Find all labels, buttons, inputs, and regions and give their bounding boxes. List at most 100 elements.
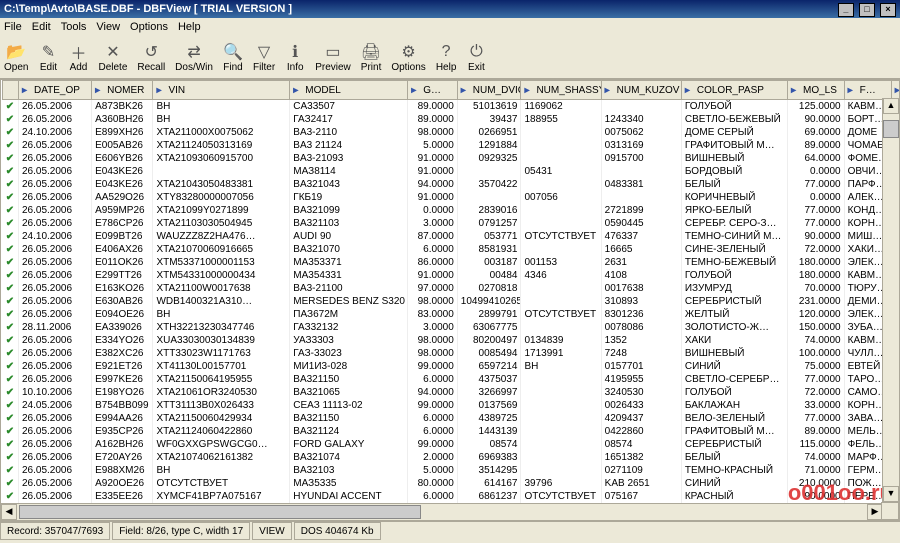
cell[interactable]: 98.0000 — [408, 295, 458, 308]
cell[interactable]: 26.05.2006 — [19, 165, 92, 178]
cell[interactable]: E406AX26 — [92, 243, 153, 256]
cell[interactable]: 98.0000 — [408, 126, 458, 139]
table-row[interactable]: ✔26.05.2006E011OK26XTM53371000001153MA35… — [2, 256, 900, 269]
cell[interactable]: 6.0000 — [408, 425, 458, 438]
cell[interactable]: XUA33030030134839 — [153, 334, 290, 347]
cell[interactable]: BA3 21124 — [290, 139, 408, 152]
table-row[interactable]: ✔26.05.2006E043KE26XTA21043050483381BA32… — [2, 178, 900, 191]
cell[interactable]: 0270818 — [457, 282, 521, 295]
cell[interactable] — [521, 399, 601, 412]
cell[interactable]: 2899791 — [457, 308, 521, 321]
cell[interactable]: 26.05.2006 — [19, 451, 92, 464]
cell[interactable]: 2839016 — [457, 204, 521, 217]
cell[interactable]: БЕЛЫЙ — [681, 178, 787, 191]
cell[interactable]: 5.0000 — [408, 464, 458, 477]
cell[interactable]: XTM53371000001153 — [153, 256, 290, 269]
cell[interactable]: 26.05.2006 — [19, 464, 92, 477]
cell[interactable]: 99.0000 — [408, 399, 458, 412]
cell[interactable]: ГАЗ2417 — [290, 113, 408, 126]
cell[interactable]: HYUNDAI ACCENT — [290, 490, 408, 503]
table-row[interactable]: ✔26.05.2006E043KE26МАЗ811491.000005431БО… — [2, 165, 900, 178]
cell[interactable]: 1169062 — [521, 100, 601, 114]
cell[interactable]: 75.0000 — [788, 360, 845, 373]
cell[interactable] — [521, 412, 601, 425]
cell[interactable]: 001153 — [521, 256, 601, 269]
cell[interactable]: СЕРЕБРИСТЫЙ — [681, 295, 787, 308]
cell[interactable]: 053771 — [457, 230, 521, 243]
cell[interactable]: ХАКИ — [681, 334, 787, 347]
cell[interactable]: 0.0000 — [788, 191, 845, 204]
cell[interactable]: 2721899 — [601, 204, 681, 217]
cell[interactable]: 0266951 — [457, 126, 521, 139]
cell[interactable]: СВЕТЛО-БЕЖЕВЫЙ — [681, 113, 787, 126]
minimize-button[interactable]: _ — [838, 3, 854, 17]
cell[interactable]: E198YO26 — [92, 386, 153, 399]
cell[interactable]: BA321103 — [290, 217, 408, 230]
cell[interactable]: СИНЕ-ЗЕЛЕНЫЙ — [681, 243, 787, 256]
cell[interactable]: 77.0000 — [788, 412, 845, 425]
cell[interactable]: FORD GALAXY — [290, 438, 408, 451]
cell[interactable]: 26.05.2006 — [19, 347, 92, 360]
cell[interactable] — [153, 165, 290, 178]
cell[interactable]: 91.0000 — [408, 152, 458, 165]
cell[interactable]: 0.0000 — [408, 204, 458, 217]
cell[interactable]: 77.0000 — [788, 373, 845, 386]
cell[interactable]: ДОМЕ СЕРЫЙ — [681, 126, 787, 139]
cell[interactable] — [521, 178, 601, 191]
table-row[interactable]: ✔24.10.2006E099BT26WAUZZZ8Z2HA476…AUDI 9… — [2, 230, 900, 243]
cell[interactable]: СИНИЙ — [681, 477, 787, 490]
cell[interactable]: 2.0000 — [408, 451, 458, 464]
cell[interactable]: 115.0000 — [788, 438, 845, 451]
cell[interactable]: 89.0000 — [408, 113, 458, 126]
cell[interactable]: 98.0000 — [408, 347, 458, 360]
cell[interactable]: E921ET26 — [92, 360, 153, 373]
table-row[interactable]: ✔26.05.2006E720AY26XTA21074062161382BA32… — [2, 451, 900, 464]
cell[interactable]: 72.0000 — [788, 243, 845, 256]
cell[interactable]: XYMCF41BP7A075167 — [153, 490, 290, 503]
cell[interactable]: 100.0000 — [788, 347, 845, 360]
tool-help[interactable]: ?Help — [436, 42, 457, 73]
cell[interactable]: XT41130L00157701 — [153, 360, 290, 373]
cell[interactable]: 4346 — [521, 269, 601, 282]
cell[interactable]: BA3-2110 — [290, 126, 408, 139]
cell[interactable]: BA3-21093 — [290, 152, 408, 165]
cell[interactable]: 26.05.2006 — [19, 334, 92, 347]
cell[interactable]: 4108 — [601, 269, 681, 282]
cell[interactable]: 310893 — [601, 295, 681, 308]
table-row[interactable]: ✔26.05.2006A873BK26BHCA3350789.000051013… — [2, 100, 900, 114]
cell[interactable]: ЖЕЛТЫЙ — [681, 308, 787, 321]
cell[interactable]: 90.0000 — [788, 230, 845, 243]
cell[interactable]: 180.0000 — [788, 269, 845, 282]
cell[interactable] — [521, 464, 601, 477]
cell[interactable]: 003187 — [457, 256, 521, 269]
scroll-left-icon[interactable]: ◀ — [1, 504, 17, 520]
col-header[interactable]: ▸VIN — [153, 81, 290, 100]
table-row[interactable]: ✔24.05.2006B754BB099XTT31113B0X026433СЕА… — [2, 399, 900, 412]
cell[interactable]: 5.0000 — [408, 139, 458, 152]
cell[interactable]: 26.05.2006 — [19, 412, 92, 425]
cell[interactable]: 231.0000 — [788, 295, 845, 308]
cell[interactable]: A920OE26 — [92, 477, 153, 490]
cell[interactable]: 74.0000 — [788, 334, 845, 347]
cell[interactable]: 26.05.2006 — [19, 139, 92, 152]
cell[interactable]: 0085494 — [457, 347, 521, 360]
tool-delete[interactable]: ✕Delete — [98, 42, 127, 73]
cell[interactable]: 0271109 — [601, 464, 681, 477]
cell[interactable]: ГКБ19 — [290, 191, 408, 204]
cell[interactable]: 97.0000 — [408, 282, 458, 295]
cell[interactable]: XTA21099Y0271899 — [153, 204, 290, 217]
data-grid[interactable]: ▸DATE_OP▸NOMER▸VIN▸MODEL▸G…▸NUM_DVIG▸NUM… — [0, 79, 900, 521]
cell[interactable]: 08574 — [457, 438, 521, 451]
menu-view[interactable]: View — [96, 21, 120, 33]
cell[interactable]: 8301236 — [601, 308, 681, 321]
col-header[interactable]: ▸F… — [844, 81, 891, 100]
cell[interactable]: 3.0000 — [408, 321, 458, 334]
cell[interactable]: WAUZZZ8Z2HA476… — [153, 230, 290, 243]
cell[interactable]: 188955 — [521, 113, 601, 126]
cell[interactable]: 614167 — [457, 477, 521, 490]
cell[interactable]: 74.0000 — [788, 451, 845, 464]
cell[interactable]: 24.10.2006 — [19, 230, 92, 243]
cell[interactable]: E720AY26 — [92, 451, 153, 464]
cell[interactable]: E935CP26 — [92, 425, 153, 438]
cell[interactable]: XTT33023W1171763 — [153, 347, 290, 360]
